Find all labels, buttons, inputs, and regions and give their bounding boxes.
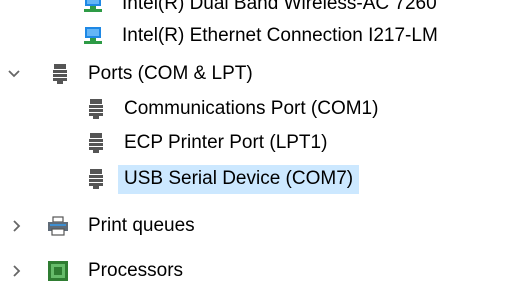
tree-item-label: Communications Port (COM1) xyxy=(124,97,379,119)
tree-item-usb-serial-com7[interactable]: USB Serial Device (COM7) xyxy=(0,163,528,195)
tree-item-label: Processors xyxy=(88,259,184,281)
tree-item-label: Intel(R) Ethernet Connection I217-LM xyxy=(122,24,438,46)
tree-item-wireless-adapter[interactable]: Intel(R) Dual Band Wireless-AC 7260 xyxy=(0,0,528,20)
processor-chip-icon xyxy=(46,259,70,283)
port-connector-icon xyxy=(84,167,108,191)
tree-item-label: Print queues xyxy=(88,214,195,236)
chevron-down-icon[interactable] xyxy=(6,66,22,82)
tree-item-label: Ports (COM & LPT) xyxy=(88,62,253,84)
tree-item-ethernet-adapter[interactable]: Intel(R) Ethernet Connection I217-LM xyxy=(0,20,528,52)
network-adapter-icon xyxy=(82,24,106,48)
network-adapter-icon xyxy=(82,0,106,16)
chevron-right-icon[interactable] xyxy=(8,263,24,279)
tree-item-label: ECP Printer Port (LPT1) xyxy=(124,131,328,153)
tree-item-label: USB Serial Device (COM7) xyxy=(118,164,360,194)
tree-category-print-queues[interactable]: Print queues xyxy=(0,210,528,242)
tree-item-label: Intel(R) Dual Band Wireless-AC 7260 xyxy=(122,0,437,14)
tree-category-processors[interactable]: Processors xyxy=(0,255,528,287)
tree-item-lpt1[interactable]: ECP Printer Port (LPT1) xyxy=(0,127,528,159)
device-tree: Intel(R) Dual Band Wireless-AC 7260 Inte… xyxy=(0,0,528,284)
printer-icon xyxy=(46,214,70,238)
port-connector-icon xyxy=(48,62,72,86)
chevron-right-icon[interactable] xyxy=(8,218,24,234)
tree-item-com1[interactable]: Communications Port (COM1) xyxy=(0,93,528,125)
port-connector-icon xyxy=(84,131,108,155)
tree-category-ports[interactable]: Ports (COM & LPT) xyxy=(0,58,528,90)
port-connector-icon xyxy=(84,97,108,121)
